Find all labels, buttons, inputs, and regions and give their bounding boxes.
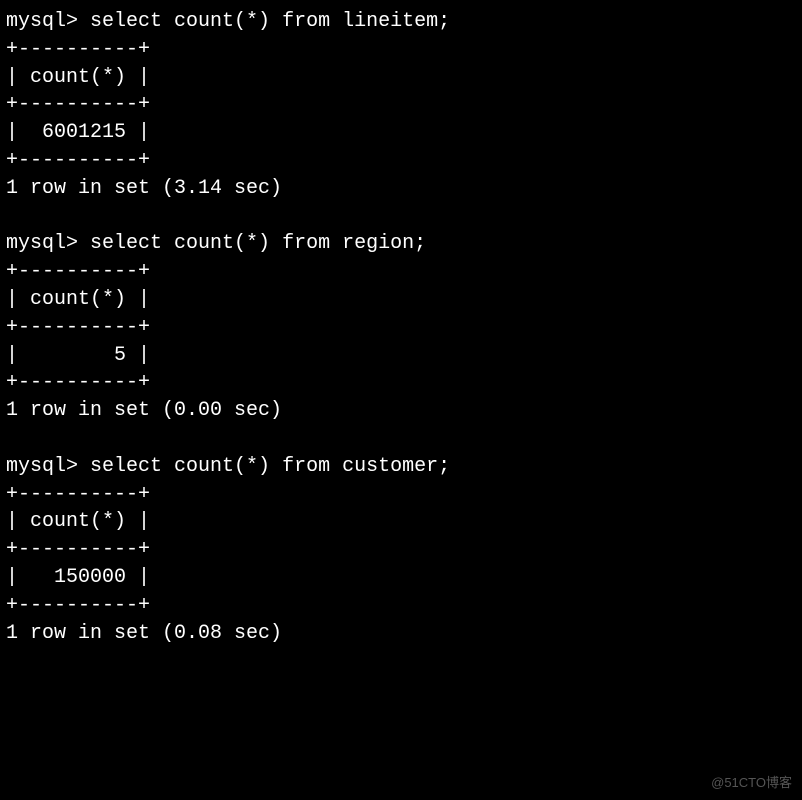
table-header: | count(*) | [6, 66, 150, 89]
table-border: +----------+ [6, 371, 150, 394]
table-header: | count(*) | [6, 288, 150, 311]
table-row: | 5 | [6, 344, 150, 367]
prompt: mysql> [6, 10, 78, 33]
sql-command: select count(*) from lineitem; [90, 10, 450, 33]
watermark: @51CTO博客 [711, 774, 792, 792]
prompt: mysql> [6, 232, 78, 255]
status-line: 1 row in set (0.00 sec) [6, 399, 282, 422]
table-border: +----------+ [6, 483, 150, 506]
table-border: +----------+ [6, 538, 150, 561]
sql-command: select count(*) from region; [90, 232, 426, 255]
table-border: +----------+ [6, 594, 150, 617]
table-border: +----------+ [6, 93, 150, 116]
table-border: +----------+ [6, 316, 150, 339]
terminal-output[interactable]: mysql> select count(*) from lineitem; +-… [0, 0, 802, 655]
status-line: 1 row in set (3.14 sec) [6, 177, 282, 200]
table-border: +----------+ [6, 149, 150, 172]
prompt: mysql> [6, 455, 78, 478]
table-row: | 6001215 | [6, 121, 150, 144]
sql-command: select count(*) from customer; [90, 455, 450, 478]
table-border: +----------+ [6, 260, 150, 283]
table-row: | 150000 | [6, 566, 150, 589]
status-line: 1 row in set (0.08 sec) [6, 622, 282, 645]
table-header: | count(*) | [6, 510, 150, 533]
table-border: +----------+ [6, 38, 150, 61]
